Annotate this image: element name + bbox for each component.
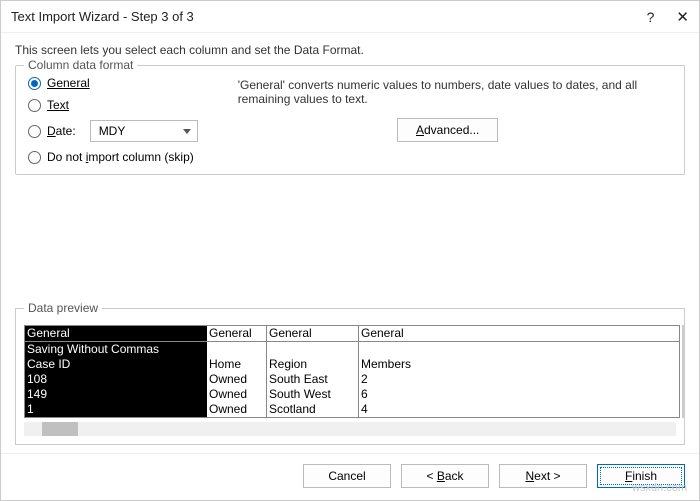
radio-date-label: Date: <box>47 124 76 138</box>
radio-dot-icon <box>28 99 41 112</box>
date-format-value: MDY <box>99 124 126 138</box>
cell-c1: Home <box>207 357 267 372</box>
cell-c3: 2 <box>359 372 679 387</box>
col-header-3[interactable]: General <box>359 326 679 341</box>
help-button[interactable]: ? <box>647 9 655 25</box>
cell-c2: Scotland <box>267 402 359 417</box>
cell-c0: Case ID <box>25 357 207 372</box>
advanced-button[interactable]: Advanced... <box>397 118 498 142</box>
preview-grid[interactable]: General General General General Saving W… <box>24 325 680 418</box>
horizontal-scrollbar[interactable] <box>24 422 676 436</box>
table-row: 1OwnedScotland4 <box>25 402 679 417</box>
cell-c3: 4 <box>359 402 679 417</box>
title-bar: Text Import Wizard - Step 3 of 3 ? ✕ <box>1 1 699 33</box>
right-column: 'General' converts numeric values to num… <box>238 76 658 164</box>
col-header-1[interactable]: General <box>207 326 267 341</box>
radio-skip[interactable]: Do not import column (skip) <box>28 150 198 164</box>
col-header-0[interactable]: General <box>25 326 207 341</box>
chevron-down-icon <box>183 129 191 134</box>
cell-c0: 1 <box>25 402 207 417</box>
column-format-legend: Column data format <box>24 58 137 72</box>
rows-container: Saving Without CommasCase IDHomeRegionMe… <box>25 342 679 417</box>
cell-c0: 149 <box>25 387 207 402</box>
title-buttons: ? ✕ <box>647 8 689 26</box>
data-preview-legend: Data preview <box>24 301 102 315</box>
cell-c0: Saving Without Commas <box>25 342 207 357</box>
vertical-scrollbar[interactable] <box>682 325 684 418</box>
next-button[interactable]: Next > <box>499 464 587 488</box>
table-row: 149OwnedSouth West6 <box>25 387 679 402</box>
table-row: 108OwnedSouth East2 <box>25 372 679 387</box>
radio-text-label: Text <box>47 98 69 112</box>
cell-c1 <box>207 342 267 357</box>
radio-skip-label: Do not import column (skip) <box>47 150 194 164</box>
cell-c1: Owned <box>207 402 267 417</box>
window-title: Text Import Wizard - Step 3 of 3 <box>11 9 647 24</box>
column-format-group: Column data format General Text Date: <box>15 65 685 175</box>
cell-c3: Members <box>359 357 679 372</box>
radio-date[interactable]: Date: MDY <box>28 120 198 142</box>
wizard-dialog: Text Import Wizard - Step 3 of 3 ? ✕ Thi… <box>0 0 700 501</box>
radio-dot-icon <box>28 77 41 90</box>
dialog-body: This screen lets you select each column … <box>1 33 699 453</box>
intro-text: This screen lets you select each column … <box>15 43 685 57</box>
radio-list: General Text Date: MDY <box>28 76 198 164</box>
cell-c2 <box>267 342 359 357</box>
cell-c0: 108 <box>25 372 207 387</box>
radio-dot-icon <box>28 151 41 164</box>
general-description: 'General' converts numeric values to num… <box>238 76 658 106</box>
close-button[interactable]: ✕ <box>676 8 689 26</box>
cell-c2: Region <box>267 357 359 372</box>
data-preview-group: Data preview General General General Gen… <box>15 308 685 445</box>
table-row: Saving Without Commas <box>25 342 679 357</box>
scroll-thumb[interactable] <box>42 422 78 436</box>
col-header-2[interactable]: General <box>267 326 359 341</box>
finish-button[interactable]: Finish <box>597 464 685 488</box>
radio-general-label: General <box>47 76 90 90</box>
cancel-button[interactable]: Cancel <box>303 464 391 488</box>
cell-c3 <box>359 342 679 357</box>
cell-c3: 6 <box>359 387 679 402</box>
dialog-buttons: Cancel < Back Next > Finish <box>1 453 699 500</box>
header-row: General General General General <box>25 326 679 342</box>
cell-c2: South East <box>267 372 359 387</box>
table-row: Case IDHomeRegionMembers <box>25 357 679 372</box>
cell-c2: South West <box>267 387 359 402</box>
date-format-select[interactable]: MDY <box>90 120 198 142</box>
radio-dot-icon <box>28 125 41 138</box>
cell-c1: Owned <box>207 372 267 387</box>
radio-text[interactable]: Text <box>28 98 198 112</box>
radio-general[interactable]: General <box>28 76 198 90</box>
back-button[interactable]: < Back <box>401 464 489 488</box>
cell-c1: Owned <box>207 387 267 402</box>
